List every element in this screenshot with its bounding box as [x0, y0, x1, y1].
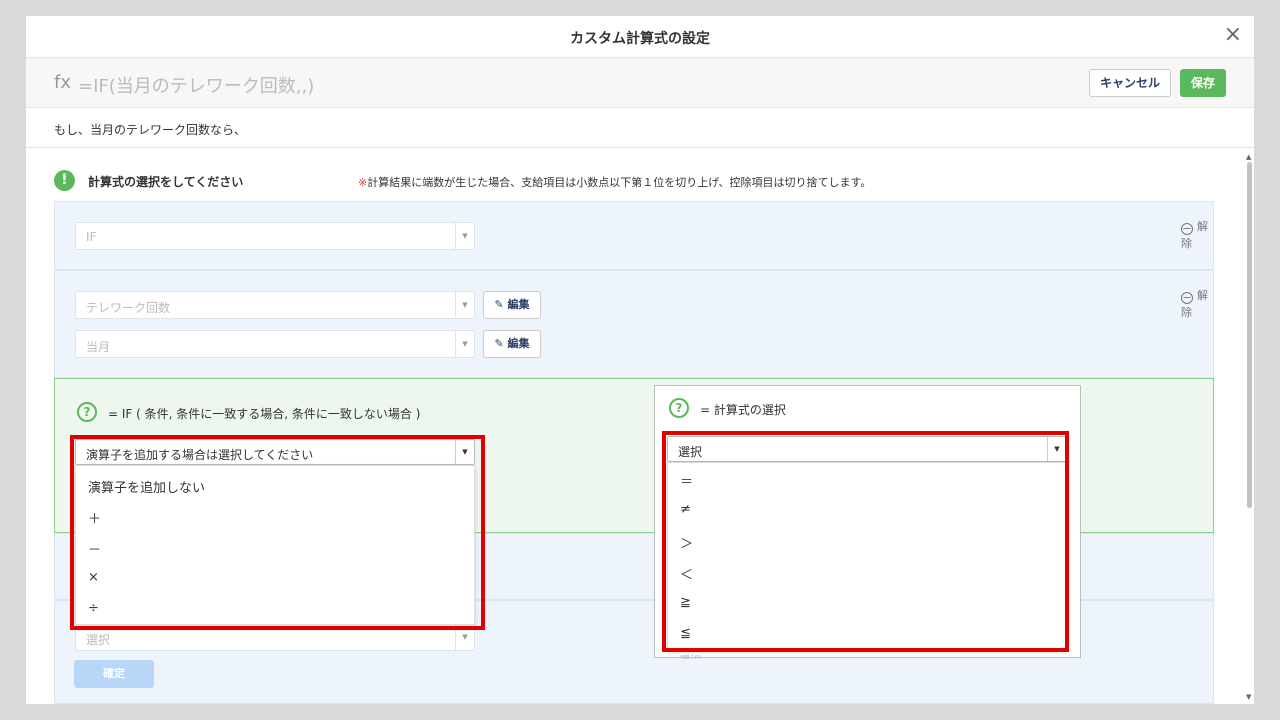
question-circle-icon[interactable]: ?	[77, 402, 97, 422]
chevron-down-icon: ▼	[455, 624, 474, 650]
formula-description: もし、当月のテレワーク回数なら、	[54, 123, 247, 137]
confirm-button[interactable]: 確定	[74, 660, 154, 688]
minus-circle-icon: −	[1181, 222, 1193, 235]
comparison-option[interactable]: ≧	[680, 595, 691, 610]
operator-dropdown: 演算子を追加しない ＋ － × ÷	[75, 465, 475, 625]
formula-description-row: もし、当月のテレワーク回数なら、	[26, 108, 1254, 148]
function-select[interactable]: IF ▼	[75, 222, 475, 250]
comparison-option[interactable]: ＝	[680, 471, 693, 490]
comparison-option[interactable]: ≦	[680, 626, 691, 641]
pencil-icon: ✎	[494, 298, 504, 311]
chevron-down-icon: ▼	[455, 292, 474, 318]
custom-formula-modal: カスタム計算式の設定 × fx =IF(当月のテレワーク回数,,) キャンセル …	[26, 16, 1254, 704]
operator-option[interactable]: ×	[88, 570, 99, 585]
comparison-option[interactable]: ≠	[680, 502, 691, 517]
condition-item-select[interactable]: テレワーク回数 ▼	[75, 291, 475, 319]
operator-option[interactable]: －	[88, 539, 101, 558]
exclamation-circle-icon: !	[54, 170, 75, 191]
operator-option[interactable]: 演算子を追加しない	[88, 477, 205, 496]
chevron-down-icon: ▼	[455, 223, 474, 249]
modal-title: カスタム計算式の設定	[570, 31, 710, 47]
chevron-down-icon: ▼	[455, 331, 474, 357]
popup-title: = 計算式の選択	[700, 403, 786, 417]
else-select-value: 選択	[86, 633, 111, 647]
release-button[interactable]: − 解除	[1181, 218, 1213, 251]
chevron-down-icon: ▼	[455, 440, 474, 464]
operator-select[interactable]: 演算子を追加する場合は選択してください ▼	[75, 439, 475, 465]
scroll-up-icon[interactable]: ▲	[1246, 153, 1251, 161]
formula-bar: fx =IF(当月のテレワーク回数,,) キャンセル 保存	[26, 58, 1254, 108]
rounding-note: ※計算結果に端数が生じた場合、支給項目は小数点以下第１位を切り上げ、控除項目は切…	[358, 174, 871, 190]
operator-option[interactable]: ＋	[88, 508, 101, 527]
condition-period-value: 当月	[86, 340, 111, 354]
release-button[interactable]: − 解除	[1181, 287, 1213, 320]
edit-label: 編集	[507, 298, 530, 311]
close-icon[interactable]: ×	[1224, 24, 1242, 46]
else-select[interactable]: 選択 ▼	[75, 623, 475, 651]
scroll-down-icon[interactable]: ▼	[1246, 693, 1251, 701]
comparison-option[interactable]: ＜	[680, 564, 693, 583]
operator-option[interactable]: ÷	[88, 601, 99, 616]
comparison-select-value: 選択	[678, 445, 703, 459]
edit-button[interactable]: ✎ 編集	[483, 291, 541, 319]
hidden-select-value: 選択	[679, 652, 701, 659]
chevron-down-icon: ▼	[1047, 437, 1066, 461]
cancel-button[interactable]: キャンセル	[1089, 69, 1171, 97]
formula-preview: =IF(当月のテレワーク回数,,)	[78, 76, 315, 97]
scrollbar-thumb[interactable]	[1247, 162, 1252, 508]
edit-label: 編集	[507, 337, 530, 350]
function-panel: IF ▼ − 解除	[54, 201, 1214, 270]
comparison-option[interactable]: ＞	[680, 533, 693, 552]
note-mark: ※	[358, 176, 368, 189]
note-text: 計算結果に端数が生じた場合、支給項目は小数点以下第１位を切り上げ、控除項目は切り…	[367, 176, 872, 189]
condition-panel: テレワーク回数 ▼ ✎ 編集 当月 ▼ ✎ 編集 − 解除	[54, 270, 1214, 378]
condition-period-select[interactable]: 当月 ▼	[75, 330, 475, 358]
save-button[interactable]: 保存	[1180, 69, 1226, 97]
comparison-dropdown: ＝ ≠ ＞ ＜ ≧ ≦	[667, 462, 1067, 650]
if-syntax-text: = IF ( 条件, 条件に一致する場合, 条件に一致しない場合 )	[108, 407, 421, 421]
operator-select-value: 演算子を追加する場合は選択してください	[86, 448, 314, 462]
question-circle-icon[interactable]: ?	[669, 398, 689, 418]
section-title: 計算式の選択をしてください	[88, 175, 244, 189]
pencil-icon: ✎	[494, 337, 504, 350]
comparison-select[interactable]: 選択 ▼	[667, 436, 1067, 462]
minus-circle-icon: −	[1181, 291, 1193, 304]
function-select-value: IF	[86, 230, 97, 244]
condition-item-value: テレワーク回数	[86, 301, 171, 315]
formula-selection-popup: ? = 計算式の選択 選択 ▼ ＝ ≠ ＞ ＜ ≧ ≦ 選択	[654, 385, 1081, 659]
fx-label: fx	[54, 72, 71, 93]
edit-button[interactable]: ✎ 編集	[483, 330, 541, 358]
modal-header: カスタム計算式の設定 ×	[26, 16, 1254, 58]
